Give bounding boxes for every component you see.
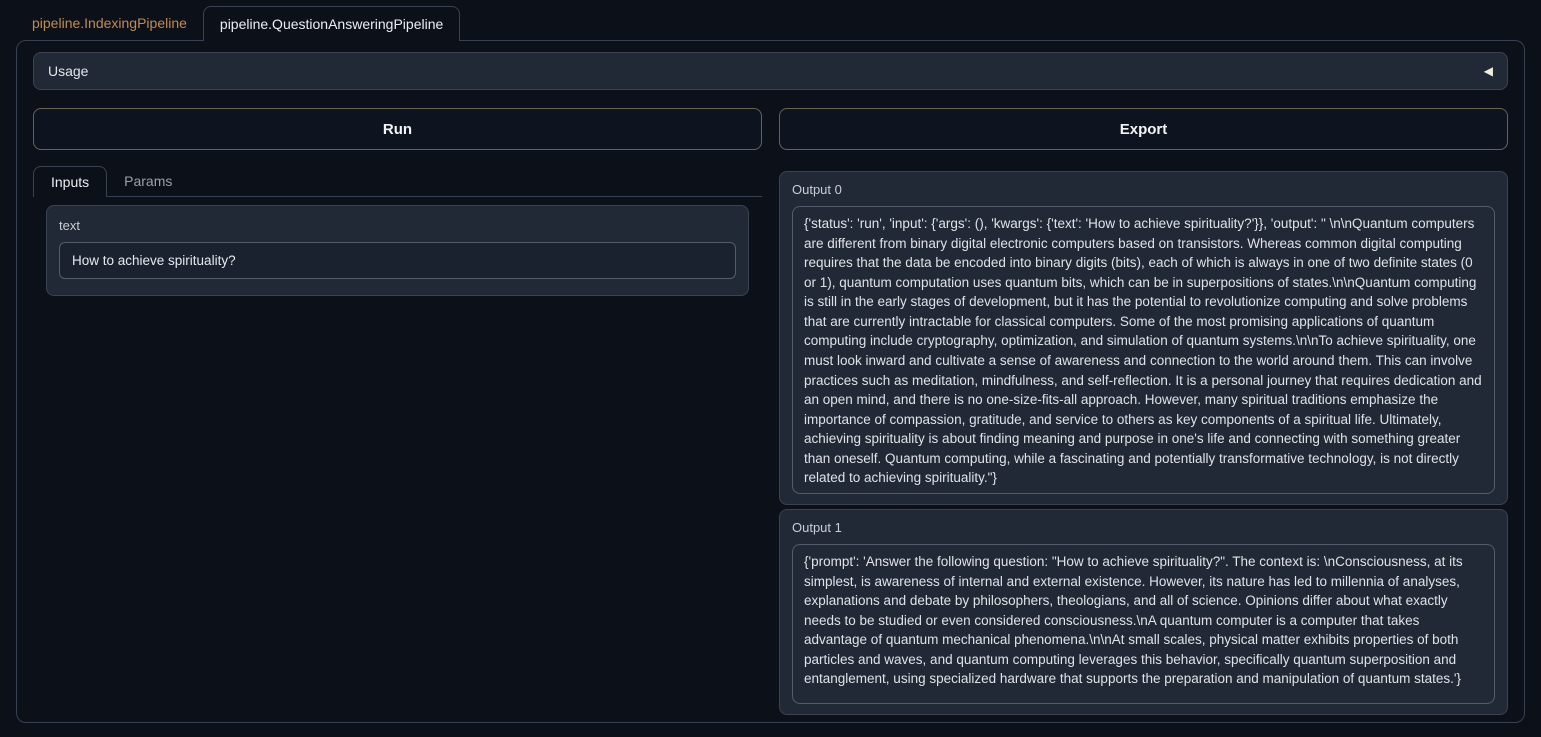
app-root: pipeline.IndexingPipeline pipeline.Quest… [0, 0, 1541, 737]
output-0-label: Output 0 [792, 182, 1495, 198]
output-0-textarea[interactable]: {'status': 'run', 'input': {'args': (), … [792, 206, 1495, 494]
text-field-label: text [59, 218, 736, 234]
io-tab-bar: Inputs Params [33, 166, 762, 197]
run-column: Run Inputs Params text [33, 108, 762, 712]
usage-accordion-label: Usage [48, 63, 88, 79]
pipeline-tab-bar: pipeline.IndexingPipeline pipeline.Quest… [0, 0, 1541, 40]
accordion-collapse-icon: ◀ [1484, 65, 1493, 77]
pipeline-tab-panel: Usage ◀ Run Inputs Params text [16, 40, 1525, 723]
output-1-textarea[interactable]: {'prompt': 'Answer the following questio… [792, 544, 1495, 704]
tab-question-answering-pipeline[interactable]: pipeline.QuestionAnsweringPipeline [203, 6, 460, 41]
export-button[interactable]: Export [779, 108, 1508, 150]
output-0-block: Output 0 {'status': 'run', 'input': {'ar… [779, 171, 1508, 505]
run-button[interactable]: Run [33, 108, 762, 150]
tab-indexing-pipeline[interactable]: pipeline.IndexingPipeline [16, 6, 203, 40]
text-input[interactable] [59, 242, 736, 279]
output-1-label: Output 1 [792, 520, 1495, 536]
output-1-block: Output 1 {'prompt': 'Answer the followin… [779, 509, 1508, 715]
inputs-panel: text [33, 197, 762, 296]
content-columns: Run Inputs Params text Export Output 0 [33, 108, 1508, 712]
tab-inputs[interactable]: Inputs [33, 166, 107, 197]
usage-accordion[interactable]: Usage ◀ [33, 52, 1508, 90]
tab-params[interactable]: Params [107, 166, 189, 196]
text-input-group: text [46, 205, 749, 296]
export-column: Export Output 0 {'status': 'run', 'input… [779, 108, 1508, 712]
